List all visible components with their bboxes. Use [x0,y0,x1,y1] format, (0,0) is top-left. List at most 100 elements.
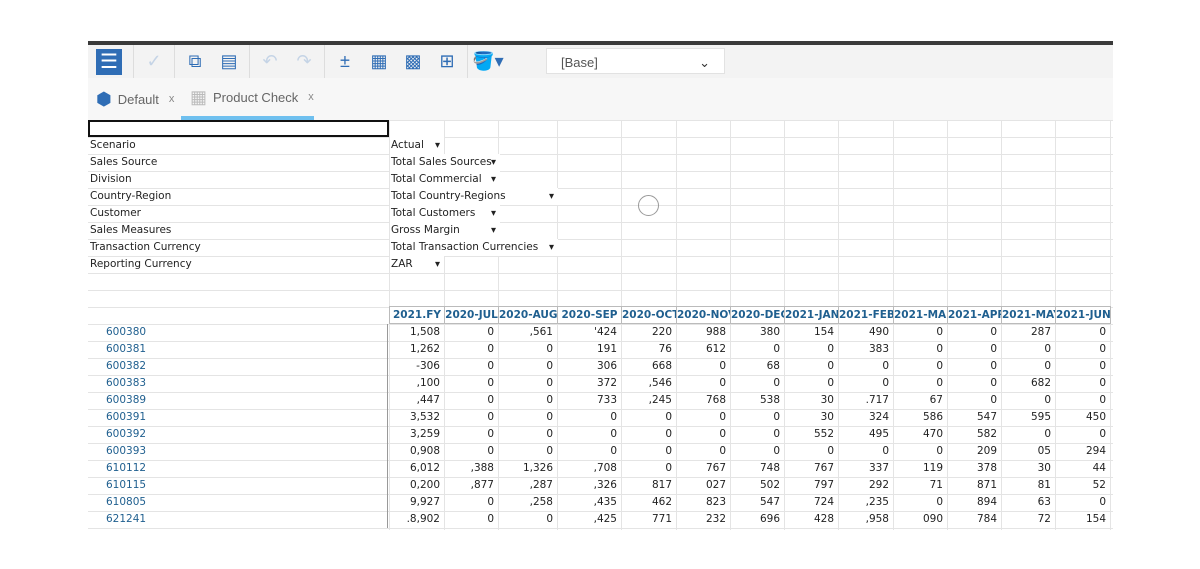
data-cell[interactable]: 612 [676,341,730,358]
data-cell[interactable]: 817 [621,477,676,494]
data-cell[interactable]: 767 [676,460,730,477]
data-cell[interactable]: 292 [838,477,893,494]
row-header-account[interactable]: 610805 [88,494,388,511]
data-cell[interactable]: 0 [1055,426,1110,443]
data-cell[interactable]: 44 [1055,460,1110,477]
data-cell[interactable]: 552 [784,426,838,443]
data-cell[interactable]: 05 [1001,443,1055,460]
data-cell[interactable]: 0 [498,375,557,392]
data-cell[interactable]: 0 [444,392,498,409]
data-cell[interactable]: 0 [444,443,498,460]
data-cell[interactable]: 0 [498,409,557,426]
data-cell[interactable]: 191 [557,341,621,358]
data-cell[interactable]: 0 [1001,341,1055,358]
dropdown-arrow-icon[interactable]: ▾ [491,205,496,222]
data-cell[interactable]: 582 [947,426,1001,443]
data-cell[interactable]: 462 [621,494,676,511]
data-cell[interactable]: 0 [784,341,838,358]
data-cell[interactable]: 119 [893,460,947,477]
row-header-account[interactable]: 600380 [88,324,388,341]
data-cell[interactable]: 797 [784,477,838,494]
close-icon[interactable]: x [308,91,314,103]
tab-product-check[interactable]: ▦ Product Check x [181,78,314,120]
data-cell[interactable]: 502 [730,477,784,494]
data-cell[interactable]: 1,326 [498,460,557,477]
dropdown-arrow-icon[interactable]: ▾ [549,188,554,205]
data-cell[interactable]: 81 [1001,477,1055,494]
data-cell[interactable]: 027 [676,477,730,494]
data-cell[interactable]: 71 [893,477,947,494]
dropdown-arrow-icon[interactable]: ▾ [435,256,440,273]
data-cell[interactable]: -306 [389,358,444,375]
data-cell[interactable]: ,561 [498,324,557,341]
data-cell[interactable]: 0 [498,341,557,358]
column-header[interactable]: 2021-FEB [838,306,894,324]
menu-icon[interactable]: ☰ [96,48,122,75]
context-dropdown[interactable]: Total Country-Regions ▾ [390,188,558,205]
data-cell[interactable]: 0 [730,443,784,460]
data-cell[interactable]: 0 [947,392,1001,409]
context-dropdown[interactable]: Total Transaction Currencies ▾ [390,239,558,256]
data-cell[interactable]: 0 [498,358,557,375]
context-dropdown[interactable]: Actual ▾ [390,137,444,154]
data-cell[interactable]: ,708 [557,460,621,477]
data-cell[interactable]: 0 [784,443,838,460]
data-cell[interactable]: 0 [444,494,498,511]
data-cell[interactable]: 0 [676,443,730,460]
data-cell[interactable]: 0 [1055,392,1110,409]
data-cell[interactable]: 0 [444,358,498,375]
data-cell[interactable]: 0 [444,341,498,358]
undo-icon[interactable]: ↶ [253,47,287,77]
data-cell[interactable]: 538 [730,392,784,409]
data-cell[interactable]: 682 [1001,375,1055,392]
data-cell[interactable]: 0 [444,511,498,528]
data-cell[interactable]: 0 [1055,494,1110,511]
data-cell[interactable]: 450 [1055,409,1110,426]
data-cell[interactable]: 871 [947,477,1001,494]
data-cell[interactable]: 586 [893,409,947,426]
data-cell[interactable]: '424 [557,324,621,341]
close-icon[interactable]: x [169,93,175,105]
column-header[interactable]: 2021-JUN [1055,306,1111,324]
copy-icon[interactable]: ⧉ [178,47,212,77]
data-cell[interactable]: .8,902 [389,511,444,528]
data-cell[interactable]: 306 [557,358,621,375]
data-cell[interactable]: ,287 [498,477,557,494]
data-cell[interactable]: 0 [621,426,676,443]
dropdown-arrow-icon[interactable]: ▾ [491,222,496,239]
check-icon[interactable]: ✓ [137,47,171,77]
data-cell[interactable]: 0 [444,426,498,443]
data-cell[interactable]: 0 [676,409,730,426]
data-cell[interactable]: 0 [557,426,621,443]
dropdown-arrow-icon[interactable]: ▾ [491,171,496,188]
data-cell[interactable]: 988 [676,324,730,341]
data-cell[interactable]: ,388 [444,460,498,477]
data-cell[interactable]: ,326 [557,477,621,494]
data-cell[interactable]: 0 [557,409,621,426]
column-header[interactable]: 2021.FY [389,306,445,324]
data-cell[interactable]: 470 [893,426,947,443]
context-dropdown[interactable]: Total Commercial ▾ [390,171,500,188]
data-cell[interactable]: 0 [621,460,676,477]
data-cell[interactable]: 0 [730,375,784,392]
column-header[interactable]: 2020-SEP [557,306,622,324]
row-header-account[interactable]: 600391 [88,409,388,426]
data-cell[interactable]: 9,927 [389,494,444,511]
data-cell[interactable]: ,425 [557,511,621,528]
row-header-account[interactable]: 600389 [88,392,388,409]
column-header[interactable]: 2021-MAR [893,306,948,324]
data-cell[interactable]: 1,262 [389,341,444,358]
data-cell[interactable]: 547 [947,409,1001,426]
data-cell[interactable]: 72 [1001,511,1055,528]
data-cell[interactable]: 0 [676,426,730,443]
dropdown-arrow-icon[interactable]: ▾ [491,154,496,171]
data-cell[interactable]: 383 [838,341,893,358]
data-cell[interactable]: 0 [498,426,557,443]
view-select[interactable]: [Base] ⌄ [546,48,725,74]
data-cell[interactable]: ,546 [621,375,676,392]
data-cell[interactable]: 67 [893,392,947,409]
column-header[interactable]: 2021-JAN [784,306,839,324]
data-cell[interactable]: 209 [947,443,1001,460]
data-cell[interactable]: 294 [1055,443,1110,460]
tab-default[interactable]: ⬢ Default x [96,78,174,120]
